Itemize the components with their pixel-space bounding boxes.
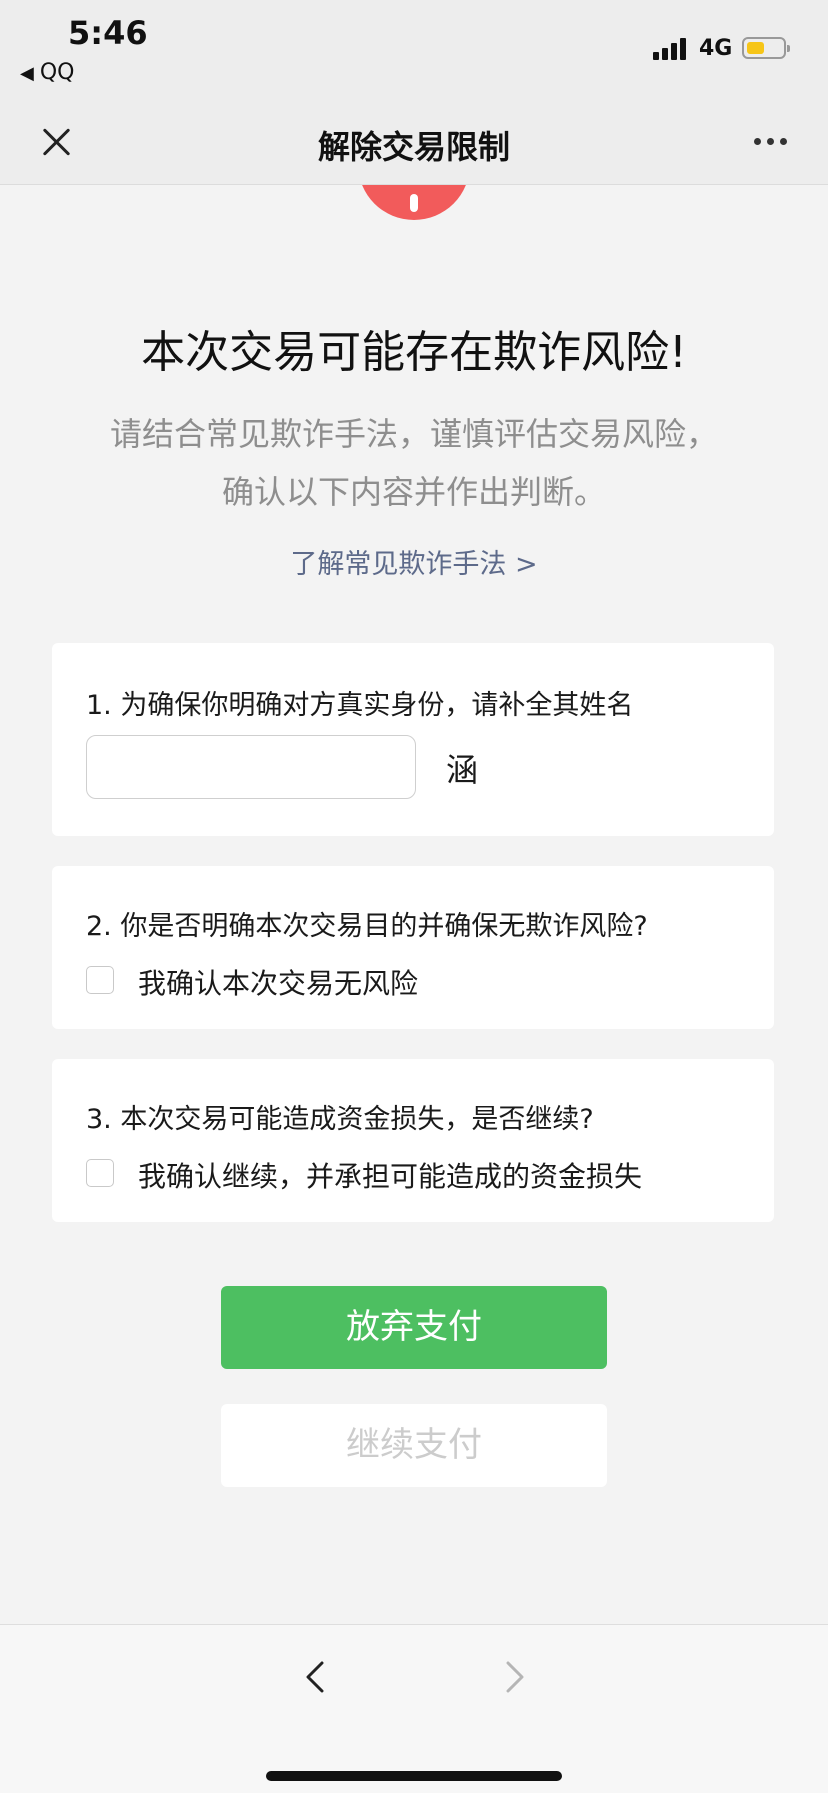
- chevron-left-icon[interactable]: [300, 1661, 332, 1693]
- warning-subtitle: 请结合常见欺诈手法，谨慎评估交易风险，确认以下内容并作出判断。: [109, 415, 718, 511]
- question-3-label: 3. 本次交易可能造成资金损失，是否继续?: [86, 1104, 594, 1135]
- status-bar: 5:46 ◀ QQ 4G: [0, 0, 828, 102]
- confirm-continue-label: 我确认继续，并承担可能造成的资金损失: [138, 1160, 643, 1193]
- question-card-2: 2. 你是否明确本次交易目的并确保无欺诈风险? 我确认本次交易无风险: [52, 866, 774, 1029]
- question-2-label: 2. 你是否明确本次交易目的并确保无欺诈风险?: [86, 911, 648, 942]
- bottom-toolbar: [0, 1624, 828, 1793]
- more-icon[interactable]: [750, 138, 790, 148]
- network-type: 4G: [699, 36, 733, 61]
- continue-payment-button[interactable]: 继续支付: [221, 1404, 607, 1487]
- confirm-no-risk-checkbox[interactable]: [86, 966, 114, 994]
- back-triangle-icon: ◀: [20, 63, 34, 84]
- signal-icon: [653, 38, 689, 60]
- question-card-1: 1. 为确保你明确对方真实身份，请补全其姓名 涵: [52, 643, 774, 836]
- question-card-3: 3. 本次交易可能造成资金损失，是否继续? 我确认继续，并承担可能造成的资金损失: [52, 1059, 774, 1222]
- name-input[interactable]: [86, 735, 416, 799]
- status-time: 5:46: [68, 14, 148, 52]
- back-app-label: QQ: [39, 60, 75, 85]
- abandon-payment-button[interactable]: 放弃支付: [221, 1286, 607, 1369]
- confirm-no-risk-label: 我确认本次交易无风险: [138, 967, 419, 1000]
- battery-icon: [742, 37, 790, 59]
- chevron-right-icon[interactable]: [498, 1661, 530, 1693]
- back-to-app-link[interactable]: ◀ QQ: [20, 60, 74, 85]
- name-suffix: 涵: [446, 751, 479, 789]
- page-title: 解除交易限制: [317, 128, 510, 166]
- nav-bar: 解除交易限制: [0, 102, 828, 185]
- confirm-continue-checkbox[interactable]: [86, 1159, 114, 1187]
- home-indicator: [266, 1771, 562, 1781]
- warning-headline: 本次交易可能存在欺诈风险!: [141, 327, 687, 378]
- question-1-label: 1. 为确保你明确对方真实身份，请补全其姓名: [86, 690, 634, 721]
- learn-fraud-methods-link[interactable]: 了解常见欺诈手法 >: [0, 542, 828, 581]
